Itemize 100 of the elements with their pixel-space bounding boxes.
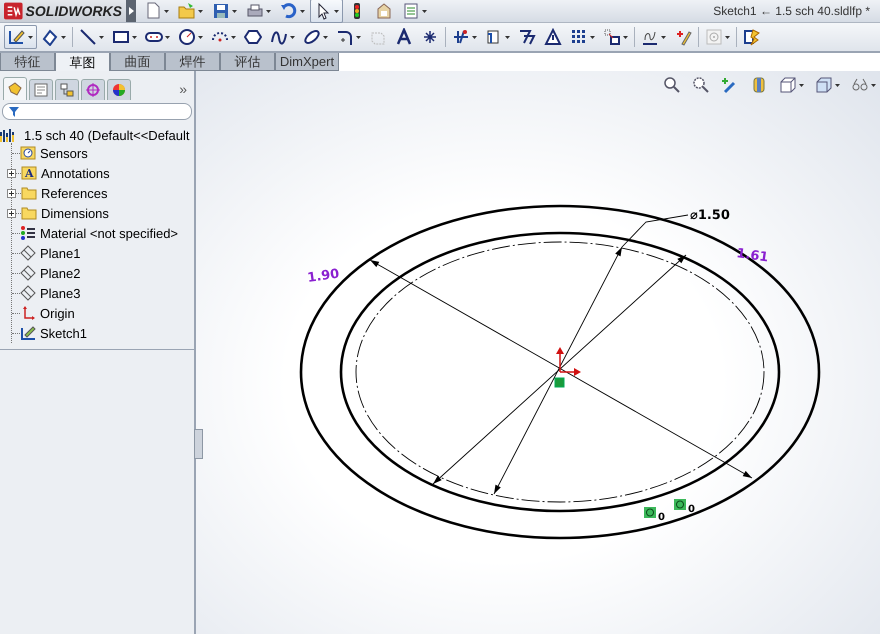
caret-icon[interactable] [165, 36, 170, 38]
filter-field[interactable] [2, 103, 192, 120]
origin-icon [556, 347, 581, 376]
caret-icon[interactable] [28, 36, 33, 38]
expand-icon[interactable] [7, 188, 16, 198]
caret-icon[interactable] [505, 36, 510, 38]
caret-icon[interactable] [300, 10, 305, 12]
ellipse-icon[interactable] [303, 28, 321, 46]
circle-icon[interactable] [178, 28, 196, 46]
caret-icon[interactable] [164, 10, 169, 12]
point-icon[interactable] [421, 28, 439, 46]
offset-icon[interactable] [518, 28, 536, 46]
part-icon [7, 81, 23, 97]
tree-item[interactable]: Sketch1 [40, 326, 87, 340]
dimension-label[interactable]: 1.90 [306, 266, 340, 286]
panel-tab[interactable] [107, 79, 131, 100]
tree-item[interactable]: Material <not specified> [40, 226, 178, 240]
caret-icon[interactable] [334, 10, 339, 12]
tree-item[interactable]: Plane3 [40, 286, 80, 300]
view-orientation-icon[interactable] [779, 76, 797, 94]
tree-item[interactable]: References [41, 186, 108, 200]
caret-icon[interactable] [266, 10, 271, 12]
caret-icon[interactable] [623, 36, 628, 38]
property-manager-icon [33, 82, 49, 98]
caret-icon[interactable] [472, 36, 477, 38]
panel-tab[interactable] [29, 79, 53, 100]
caret-icon[interactable] [799, 84, 804, 86]
line-icon[interactable] [79, 28, 97, 46]
tree-item[interactable]: Plane2 [40, 266, 80, 280]
caret-icon[interactable] [290, 36, 295, 38]
expand-icon[interactable] [7, 208, 16, 218]
ribbon-tab[interactable]: 评估 [220, 53, 275, 71]
expand-arrow-icon[interactable] [128, 7, 134, 15]
expand-icon[interactable] [7, 168, 16, 178]
caret-icon[interactable] [198, 36, 203, 38]
relation-count: 0 [688, 504, 695, 515]
tree-item[interactable]: 1.5 sch 40 (Default<<Default [24, 128, 190, 142]
annotation-folder-icon: A [21, 165, 37, 181]
ribbon-tab[interactable]: 草图 [55, 53, 110, 73]
ribbon-tab[interactable]: 焊件 [165, 53, 220, 71]
caret-icon[interactable] [132, 36, 137, 38]
tree-item[interactable]: Annotations [41, 166, 110, 180]
caret-icon[interactable] [356, 36, 361, 38]
ribbon-tab[interactable]: DimXpert [275, 53, 339, 71]
point-marker [554, 378, 564, 388]
caret-icon[interactable] [835, 84, 840, 86]
tree-item[interactable]: Dimensions [41, 206, 109, 220]
dimension-label[interactable]: 1.61 [735, 246, 770, 266]
mirror-icon[interactable] [544, 28, 562, 46]
trim-icon[interactable] [452, 28, 470, 46]
instant-3d-icon[interactable] [743, 28, 761, 46]
ribbon-tab[interactable]: 曲面 [110, 53, 165, 71]
configuration-icon [59, 82, 75, 98]
sketch-icon [20, 325, 36, 341]
sketch-icon[interactable] [8, 28, 26, 46]
caret-icon[interactable] [590, 36, 595, 38]
panel-tab[interactable] [81, 79, 105, 100]
move-entities-icon[interactable] [603, 28, 621, 46]
sensor-folder-icon [20, 145, 36, 161]
undo-icon[interactable] [280, 2, 298, 20]
caret-icon[interactable] [231, 36, 236, 38]
folder-icon [21, 205, 37, 221]
plane-icon [20, 265, 36, 281]
caret-icon[interactable] [99, 36, 104, 38]
caret-icon[interactable] [422, 10, 427, 12]
zoom-to-fit-icon[interactable] [663, 76, 681, 94]
display-style-icon[interactable] [815, 76, 833, 94]
filter-icon [9, 106, 19, 116]
grid-pattern-icon[interactable] [570, 28, 588, 46]
tree-item[interactable]: Origin [40, 306, 75, 320]
polygon-icon[interactable] [244, 28, 262, 46]
caret-icon[interactable] [871, 84, 876, 86]
panel-tab[interactable] [55, 79, 79, 100]
plane-icon [20, 245, 36, 261]
caret-icon[interactable] [232, 10, 237, 12]
appearance-icon [111, 82, 127, 98]
panel-splitter-handle[interactable] [194, 429, 203, 459]
leader-line [622, 214, 688, 248]
caret-icon[interactable] [725, 36, 730, 38]
rectangle-icon[interactable] [112, 28, 130, 46]
tree-item[interactable]: Sensors [40, 146, 88, 160]
caret-icon[interactable] [323, 36, 328, 38]
more-tabs-button[interactable]: » [175, 81, 191, 100]
text-icon[interactable] [395, 28, 413, 46]
save-icon[interactable] [212, 2, 230, 20]
panel-tab[interactable] [3, 77, 27, 100]
dimension-label[interactable]: ⌀1.50 [690, 208, 730, 223]
list-icon[interactable] [402, 2, 420, 20]
origin-icon [20, 305, 36, 321]
zoom-area-icon[interactable] [692, 76, 710, 94]
caret-icon[interactable] [198, 10, 203, 12]
tree-item[interactable]: Plane1 [40, 246, 80, 260]
material-icon [20, 225, 36, 241]
caret-icon[interactable] [61, 36, 66, 38]
window-title: Sketch1 ← 1.5 sch 40.sldlfp * [713, 4, 871, 18]
plane-icon [20, 285, 36, 301]
caret-icon[interactable] [661, 36, 666, 38]
repair-sketch-icon[interactable] [674, 28, 692, 46]
fillet-icon[interactable] [336, 28, 354, 46]
ribbon-tab[interactable]: 特征 [0, 53, 55, 71]
